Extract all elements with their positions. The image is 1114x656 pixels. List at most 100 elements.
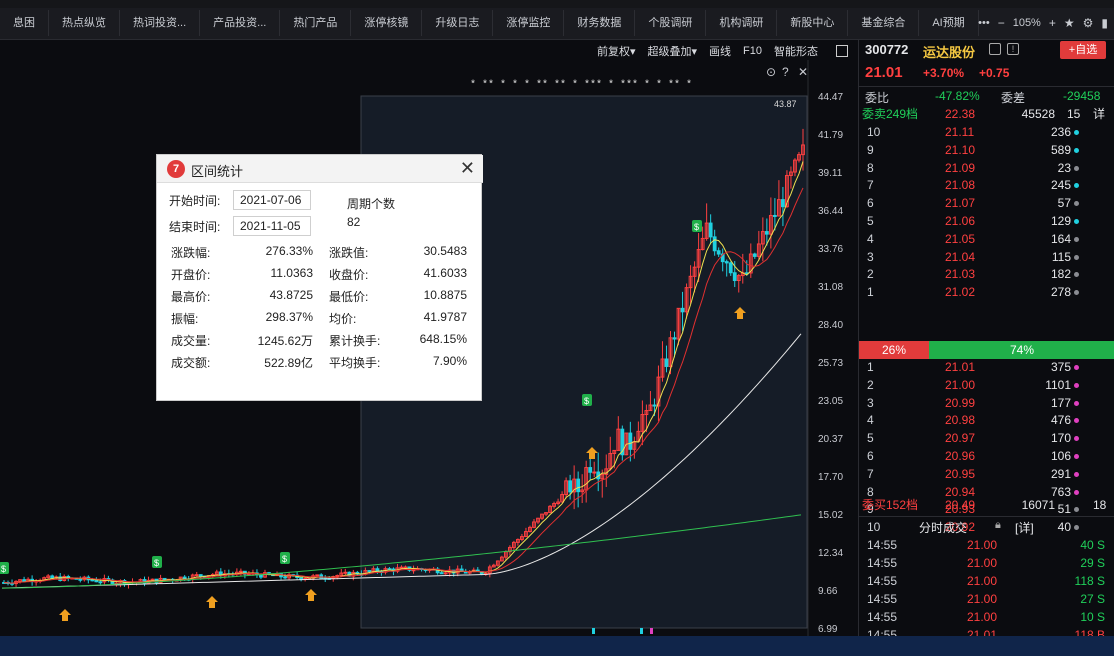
candle-body (728, 262, 733, 274)
buy-row[interactable]: 10 20.92 40 (859, 519, 1114, 537)
start-time-input[interactable]: 2021-07-06 (233, 190, 311, 210)
change-dot (1074, 489, 1079, 495)
top-tab[interactable]: 基金综合 (848, 10, 920, 36)
last-price: 21.01 (865, 64, 903, 81)
stat-value: 30.5483 (423, 244, 467, 258)
top-tabs: 息困 热点纵览 热词投资... 产品投资... 热门产品 涨停核镜 升级日志 涨停监控 财务数据… (0, 10, 979, 36)
copy-icon[interactable] (989, 43, 1001, 55)
sell-row[interactable]: 4 21.05 164 (859, 231, 1114, 249)
price-tick: 15.02 (818, 510, 843, 521)
chart-toolbar-item[interactable]: F10 (743, 45, 762, 57)
signal-stars: * ** * * * ** ** * *** * *** * * ** * (470, 79, 692, 91)
top-tab[interactable]: 涨停监控 (493, 10, 565, 36)
weicha-value: -29458 (1063, 89, 1101, 103)
quantity: 1101 (1045, 377, 1071, 392)
candle-body (672, 337, 677, 340)
chart-toolbar-item[interactable]: 智能形态 (774, 43, 818, 59)
buy-row[interactable]: 7 20.95 291 (859, 466, 1114, 484)
trade-price: 21.00 (967, 610, 998, 624)
price: 21.06 (945, 214, 976, 228)
app-logo-icon: 7 (167, 160, 185, 178)
quantity: 23 (1057, 160, 1071, 175)
stat-label: 收盘价: (329, 268, 369, 282)
price-tick: 33.76 (818, 244, 843, 255)
sell-row[interactable]: 10 21.11 236 (859, 124, 1114, 142)
period-count-label: 周期个数 (347, 197, 396, 211)
sell-header-count: 15 (1067, 107, 1081, 121)
chart-control-icon[interactable]: ? (782, 65, 789, 79)
panel-toggle-icon[interactable] (836, 45, 848, 57)
sell-signal-label: $ (1, 564, 6, 574)
sell-row[interactable]: 8 21.09 23 (859, 160, 1114, 178)
add-watchlist-button[interactable]: +自选 (1060, 41, 1106, 59)
sell-row[interactable]: 6 21.07 57 (859, 195, 1114, 213)
stat-value: 43.8725 (269, 288, 313, 302)
buy-row[interactable]: 6 20.96 106 (859, 448, 1114, 466)
price: 21.07 (945, 196, 976, 211)
stat-value: 276.33% (265, 244, 313, 258)
zoom-in-button[interactable]: + (1049, 16, 1056, 30)
top-tab[interactable]: 新股中心 (777, 10, 849, 36)
top-tab[interactable]: 个股调研 (635, 10, 707, 36)
candle-body (78, 578, 83, 581)
price: 20.95 (945, 466, 976, 481)
sell-row[interactable]: 7 21.08 245 (859, 177, 1114, 195)
quantity: 57 (1057, 196, 1071, 211)
top-tab[interactable]: 涨停核镜 (351, 10, 423, 36)
sell-row[interactable]: 3 21.04 115 (859, 249, 1114, 267)
buy-row[interactable]: 4 20.98 476 (859, 412, 1114, 430)
lock-icon[interactable]: 🔒︎ (995, 519, 1001, 532)
sell-header-detail[interactable]: 详 (1093, 106, 1105, 124)
buy-row[interactable]: 3 20.99 177 (859, 395, 1114, 413)
star-icon[interactable]: ★ (1064, 16, 1075, 30)
trade-volume: 29 S (1080, 556, 1105, 570)
top-tab[interactable]: 热点纵览 (49, 10, 120, 36)
trade-volume: 40 S (1080, 538, 1105, 552)
stat-value: 7.90% (432, 354, 467, 368)
trade-price: 21.00 (967, 592, 998, 606)
sell-row[interactable]: 9 21.10 589 (859, 142, 1114, 160)
sell-row[interactable]: 2 21.03 182 (859, 266, 1114, 284)
settings-icon[interactable]: ⚙ (1083, 16, 1094, 30)
top-tab[interactable]: 热门产品 (280, 10, 352, 36)
chart-control-icon[interactable]: ✕ (798, 65, 808, 79)
top-tab[interactable]: 财务数据 (564, 10, 636, 36)
sell-row[interactable]: 5 21.06 129 (859, 213, 1114, 231)
change-dot (1074, 365, 1079, 370)
price-tick: 25.73 (818, 358, 843, 369)
candle-body (772, 214, 777, 217)
top-tab[interactable]: 产品投资... (200, 10, 281, 36)
chart-toolbar-item[interactable]: 前复权▾ (597, 43, 636, 59)
level: 10 (867, 125, 881, 139)
top-tab[interactable]: 息困 (0, 10, 49, 36)
level: 10 (867, 520, 881, 535)
change-dot (1074, 290, 1079, 296)
top-tab[interactable]: 热词投资... (120, 10, 201, 36)
trades-detail-link[interactable]: [详] (1015, 519, 1034, 536)
level: 3 (867, 249, 874, 264)
close-icon[interactable]: ✕ (460, 158, 475, 179)
top-tab[interactable]: 升级日志 (422, 10, 494, 36)
level: 2 (867, 267, 874, 282)
alert-icon[interactable]: ! (1007, 43, 1019, 55)
zoom-out-button[interactable]: − (998, 16, 1005, 30)
sell-signal-label: $ (694, 222, 699, 232)
more-menu[interactable]: ••• (978, 17, 990, 29)
divider (859, 516, 1114, 517)
price: 20.96 (945, 449, 976, 463)
buy-row[interactable]: 2 21.00 1101 (859, 377, 1114, 395)
chart-control-icon[interactable]: ⊙ (766, 65, 776, 79)
quantity: 589 (1050, 142, 1071, 157)
chart-toolbar-item[interactable]: 超级叠加▾ (648, 43, 698, 59)
top-tab[interactable]: AI预期 (919, 10, 979, 36)
buy-header-count: 18 (1093, 498, 1107, 512)
candle-body (576, 478, 581, 493)
sell-row[interactable]: 1 21.02 278 (859, 284, 1114, 302)
top-tab[interactable]: 机构调研 (706, 10, 778, 36)
layout-icon[interactable]: ▮ (1101, 16, 1108, 30)
price-tick: 12.34 (818, 548, 843, 559)
end-time-input[interactable]: 2021-11-05 (233, 216, 311, 236)
buy-row[interactable]: 1 21.01 375 (859, 359, 1114, 377)
buy-row[interactable]: 5 20.97 170 (859, 430, 1114, 448)
chart-toolbar-item[interactable]: 画线 (709, 43, 731, 59)
